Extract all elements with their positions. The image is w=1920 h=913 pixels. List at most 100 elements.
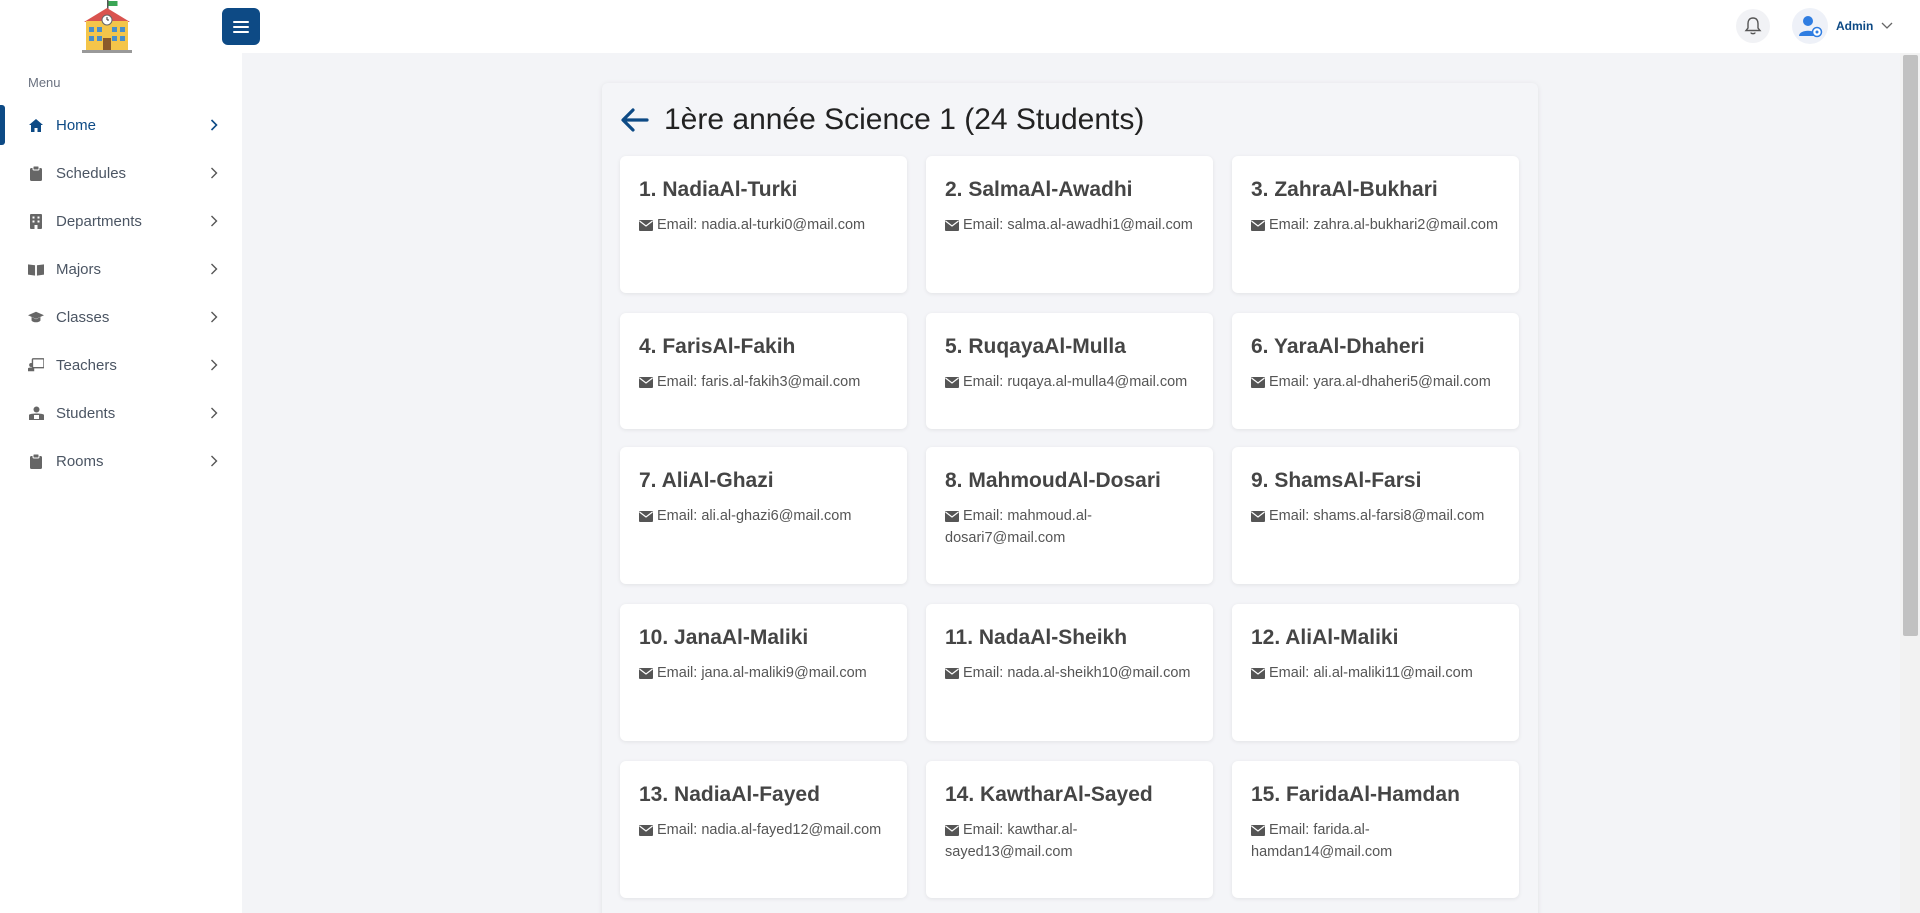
page-heading: 1ère année Science 1 (24 Students) (620, 100, 1144, 140)
envelope-icon (1251, 510, 1265, 522)
menu-toggle-button[interactable] (222, 8, 260, 45)
student-name: 2. SalmaAl-Awadhi (945, 178, 1133, 201)
student-email: Email: nada.al-sheikh10@mail.com (945, 662, 1194, 684)
student-card[interactable]: 14. KawtharAl-Sayed Email: kawthar.al-sa… (926, 761, 1213, 898)
student-name: 6. YaraAl-Dhaheri (1251, 335, 1425, 358)
class-students-panel: 1ère année Science 1 (24 Students) 1. Na… (602, 83, 1538, 913)
chalkboard-teacher-icon (28, 357, 44, 373)
student-email: Email: nadia.al-fayed12@mail.com (639, 819, 888, 841)
envelope-icon (639, 667, 653, 679)
chevron-right-icon (208, 454, 220, 468)
sidebar-nav: Home Schedules Departments Majors Classe… (0, 101, 242, 485)
envelope-icon (639, 219, 653, 231)
student-email: Email: ruqaya.al-mulla4@mail.com (945, 371, 1194, 393)
student-name: 13. NadiaAl-Fayed (639, 783, 820, 806)
arrow-left-icon (621, 108, 649, 132)
chevron-right-icon (208, 214, 220, 228)
student-card[interactable]: 10. JanaAl-Maliki Email: jana.al-maliki9… (620, 604, 907, 741)
chevron-right-icon (208, 406, 220, 420)
sidebar-item-label: Students (56, 404, 116, 422)
student-card[interactable]: 15. FaridaAl-Hamdan Email: farida.al-ham… (1232, 761, 1519, 898)
sidebar-item-departments[interactable]: Departments (0, 197, 242, 245)
back-button[interactable] (620, 105, 650, 135)
envelope-icon (1251, 824, 1265, 836)
sidebar-item-label: Rooms (56, 452, 104, 470)
student-name: 3. ZahraAl-Bukhari (1251, 178, 1438, 201)
topbar: Admin (0, 0, 1920, 53)
sidebar-item-classes[interactable]: Classes (0, 293, 242, 341)
sidebar-item-majors[interactable]: Majors (0, 245, 242, 293)
sidebar-item-teachers[interactable]: Teachers (0, 341, 242, 389)
student-email: Email: salma.al-awadhi1@mail.com (945, 214, 1194, 236)
student-email: Email: nadia.al-turki0@mail.com (639, 214, 888, 236)
student-name: 4. FarisAl-Fakih (639, 335, 796, 358)
student-card[interactable]: 3. ZahraAl-Bukhari Email: zahra.al-bukha… (1232, 156, 1519, 293)
student-email: Email: farida.al-hamdan14@mail.com (1251, 822, 1393, 860)
student-card[interactable]: 2. SalmaAl-Awadhi Email: salma.al-awadhi… (926, 156, 1213, 293)
envelope-icon (1251, 219, 1265, 231)
student-card[interactable]: 8. MahmoudAl-Dosari Email: mahmoud.al-do… (926, 447, 1213, 584)
sidebar-item-label: Teachers (56, 356, 117, 374)
sidebar-item-label: Schedules (56, 164, 127, 182)
student-card[interactable]: 6. YaraAl-Dhaheri Email: yara.al-dhaheri… (1232, 313, 1519, 429)
student-card[interactable]: 4. FarisAl-Fakih Email: faris.al-fakih3@… (620, 313, 907, 429)
sidebar-item-schedules[interactable]: Schedules (0, 149, 242, 197)
user-name[interactable]: Admin (1836, 19, 1873, 33)
envelope-icon (945, 376, 959, 388)
chevron-right-icon (208, 358, 220, 372)
student-card[interactable]: 13. NadiaAl-Fayed Email: nadia.al-fayed1… (620, 761, 907, 898)
student-name: 7. AliAl-Ghazi (639, 469, 774, 492)
chevron-down-icon[interactable] (1881, 22, 1893, 30)
page-scrollbar[interactable] (1900, 53, 1920, 913)
clipboard-icon (28, 453, 44, 469)
book-icon (28, 261, 44, 277)
chevron-right-icon (208, 118, 220, 132)
student-email: Email: ali.al-ghazi6@mail.com (639, 505, 888, 527)
sidebar-item-label: Departments (56, 212, 142, 230)
graduation-cap-icon (28, 309, 44, 325)
avatar (1792, 8, 1828, 44)
student-name: 8. MahmoudAl-Dosari (945, 469, 1161, 492)
student-card[interactable]: 7. AliAl-Ghazi Email: ali.al-ghazi6@mail… (620, 447, 907, 584)
sidebar-item-label: Majors (56, 260, 102, 278)
building-icon (28, 213, 44, 229)
admin-user-icon (1799, 16, 1823, 38)
user-menu[interactable]: Admin (1792, 7, 1893, 45)
student-email: Email: zahra.al-bukhari2@mail.com (1251, 214, 1500, 236)
bell-icon (1744, 17, 1762, 35)
chevron-right-icon (208, 310, 220, 324)
sidebar-item-label: Home (56, 116, 97, 134)
sidebar: Menu Home Schedules Departments Majors C… (0, 53, 242, 913)
envelope-icon (639, 510, 653, 522)
sidebar-item-students[interactable]: Students (0, 389, 242, 437)
student-email: Email: ali.al-maliki11@mail.com (1251, 662, 1500, 684)
student-email: Email: jana.al-maliki9@mail.com (639, 662, 888, 684)
student-card[interactable]: 9. ShamsAl-Farsi Email: shams.al-farsi8@… (1232, 447, 1519, 584)
student-email: Email: faris.al-fakih3@mail.com (639, 371, 888, 393)
student-card[interactable]: 12. AliAl-Maliki Email: ali.al-maliki11@… (1232, 604, 1519, 741)
clipboard-icon (28, 165, 44, 181)
envelope-icon (639, 376, 653, 388)
student-name: 10. JanaAl-Maliki (639, 626, 809, 649)
student-card[interactable]: 5. RuqayaAl-Mulla Email: ruqaya.al-mulla… (926, 313, 1213, 429)
chevron-right-icon (208, 166, 220, 180)
envelope-icon (1251, 376, 1265, 388)
envelope-icon (945, 219, 959, 231)
student-email: Email: kawthar.al-sayed13@mail.com (945, 822, 1078, 860)
menu-title: Menu (28, 75, 61, 90)
student-email: Email: mahmoud.al-dosari7@mail.com (945, 508, 1092, 546)
student-email: Email: shams.al-farsi8@mail.com (1251, 505, 1500, 527)
notifications-button[interactable] (1736, 9, 1770, 43)
student-name: 9. ShamsAl-Farsi (1251, 469, 1422, 492)
sidebar-item-home[interactable]: Home (0, 101, 242, 149)
sidebar-item-label: Classes (56, 308, 110, 326)
student-card[interactable]: 1. NadiaAl-Turki Email: nadia.al-turki0@… (620, 156, 907, 293)
school-logo[interactable] (78, 0, 136, 53)
envelope-icon (945, 510, 959, 522)
student-name: 11. NadaAl-Sheikh (945, 626, 1128, 649)
chevron-right-icon (208, 262, 220, 276)
sidebar-item-rooms[interactable]: Rooms (0, 437, 242, 485)
student-card[interactable]: 11. NadaAl-Sheikh Email: nada.al-sheikh1… (926, 604, 1213, 741)
home-icon (28, 117, 44, 133)
scrollbar-thumb[interactable] (1903, 55, 1918, 636)
